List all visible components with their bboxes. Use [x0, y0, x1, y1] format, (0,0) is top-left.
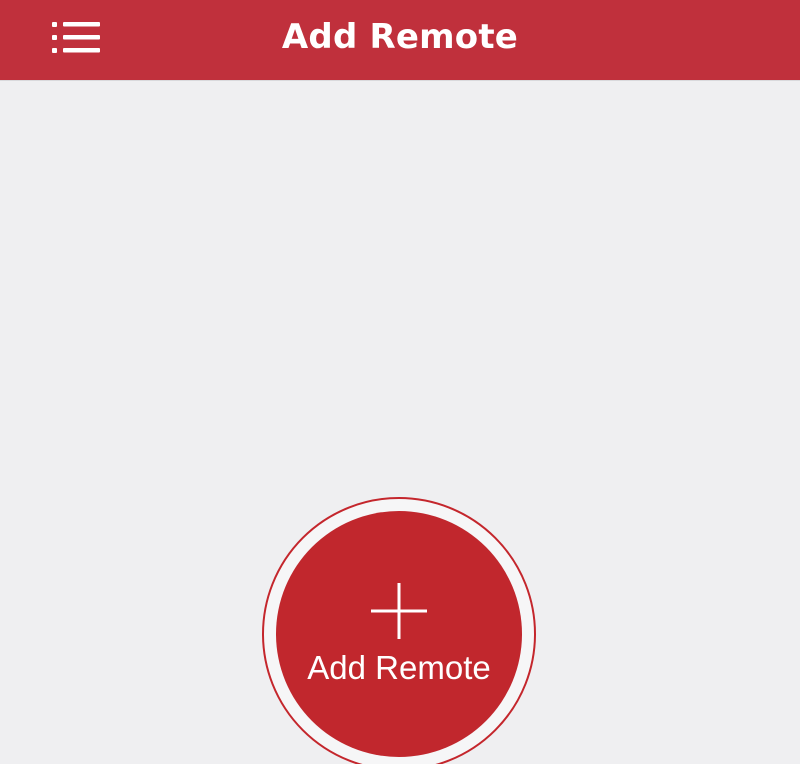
app-screen: Add Remote Add Remote	[0, 0, 800, 764]
page-title: Add Remote	[281, 17, 519, 57]
plus-icon	[369, 581, 429, 646]
add-remote-label: Add Remote	[307, 649, 491, 686]
add-remote-button[interactable]: Add Remote	[276, 511, 522, 757]
top-bar: Add Remote	[0, 0, 800, 81]
